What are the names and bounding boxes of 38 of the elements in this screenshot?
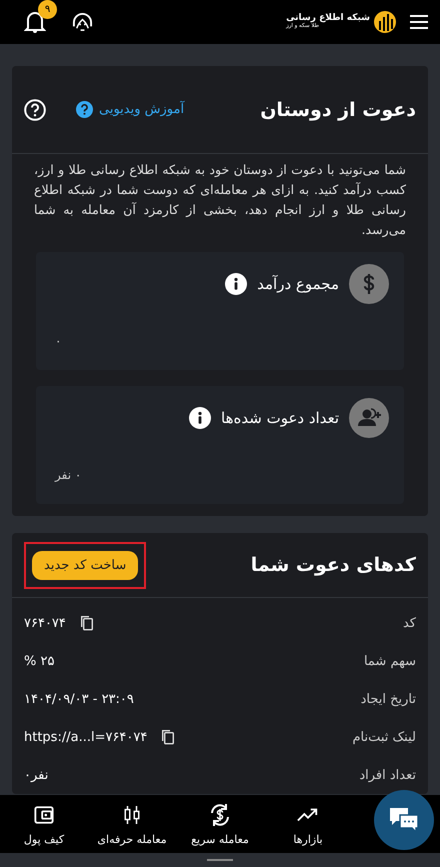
- info-icon[interactable]: [225, 273, 248, 295]
- nav-item[interactable]: کیف پول: [0, 795, 88, 853]
- video-tutorial-link[interactable]: آموزش ویدیویی: [76, 101, 184, 118]
- exchange-icon: [208, 802, 232, 826]
- headset-icon[interactable]: [72, 12, 93, 32]
- field-value: ۷۶۴۰۷۴: [24, 616, 66, 630]
- field-value: ۰نفر: [24, 768, 48, 782]
- field-label: لینک ثبت‌نام: [352, 730, 416, 744]
- new-code-button[interactable]: ساخت کد جدید: [32, 550, 138, 580]
- logo-icon: [374, 11, 396, 33]
- card-title: کدهای دعوت شما: [250, 554, 416, 576]
- info-icon[interactable]: [189, 407, 212, 429]
- notification-badge: ۹: [38, 0, 57, 19]
- help-icon[interactable]: [24, 98, 46, 120]
- field-value: https://a...l=۷۶۴۰۷۴: [24, 730, 148, 744]
- nav-item[interactable]: معامله حرفه‌ای: [88, 795, 176, 853]
- bell-icon[interactable]: [24, 10, 46, 34]
- add-user-icon: [349, 398, 389, 438]
- card-title: دعوت از دوستان: [260, 98, 416, 120]
- field-label: کد: [402, 616, 416, 630]
- home-indicator: [207, 859, 233, 861]
- logo-title: شبکه اطلاع رسانی: [286, 14, 370, 24]
- dollar-icon: [349, 264, 389, 304]
- stat-label: مجموع درآمد: [257, 275, 339, 293]
- help-icon: [76, 101, 93, 118]
- menu-icon[interactable]: [410, 15, 428, 29]
- description: شما می‌تونید با دعوت از دوستان خود به شبکه اطلاع رسانی طلا و ارز، کسب درآمد کنید. به ازای هر معامله‌ای که دوست شما در شبکه اطلاع رسانی طلا و ارز انجام دهد، بخشی از کارمزد آن معامله به شما می‌رسد.: [33, 161, 407, 240]
- nav-item[interactable]: معامله سریع: [176, 795, 264, 853]
- nav-item[interactable]: بازارها: [264, 795, 352, 853]
- stat-value: ۰: [54, 334, 62, 350]
- field-value: % ۲۵: [24, 654, 54, 668]
- copy-icon[interactable]: [159, 729, 176, 745]
- field-label: سهم شما: [364, 654, 416, 668]
- field-value: ۱۴۰۴/۰۹/۰۳ - ۲۳:۰۹: [24, 692, 134, 706]
- field-label: تاریخ ایجاد: [360, 692, 416, 706]
- field-label: تعداد افراد: [359, 768, 416, 782]
- stat-value: ۰ نفر: [54, 468, 82, 484]
- stat-label: تعداد دعوت شده‌ها: [221, 409, 339, 427]
